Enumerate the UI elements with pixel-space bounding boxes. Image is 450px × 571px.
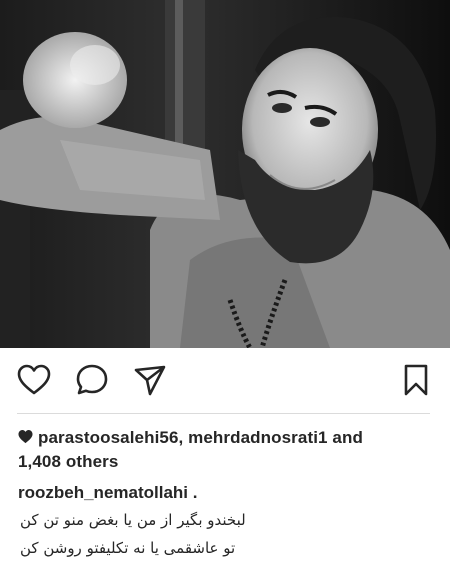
section-divider xyxy=(17,413,430,414)
caption-text-line-1: لبخندو بگیر از من یا بغض منو تن کن xyxy=(20,511,246,529)
likes-and-text: and xyxy=(332,428,363,447)
liker-username-2[interactable]: mehrdadnosrati1 xyxy=(188,428,327,447)
bookmark-icon[interactable] xyxy=(398,362,434,398)
post-action-bar xyxy=(0,348,450,412)
caption-author: roozbeh_nematollahi . xyxy=(18,482,198,504)
likes-separator: , xyxy=(178,428,184,447)
caption-dot: . xyxy=(192,483,198,502)
liker-username-1[interactable]: parastoosalehi56 xyxy=(38,428,179,447)
heart-filled-icon xyxy=(18,427,33,444)
paper-plane-icon[interactable] xyxy=(132,362,168,398)
caption-username[interactable]: roozbeh_nematollahi xyxy=(18,483,188,502)
caption-text-line-2: تو عاشقمی یا نه تکلیفتو روشن کن xyxy=(20,539,236,557)
post-photo[interactable] xyxy=(0,0,450,348)
post-photo-illustration xyxy=(0,0,450,348)
comment-bubble-icon[interactable] xyxy=(74,362,110,398)
likes-summary: parastoosalehi56, mehrdadnosrati1 and 1,… xyxy=(18,426,438,474)
heart-outline-icon[interactable] xyxy=(16,362,52,398)
likes-others-count[interactable]: 1,408 others xyxy=(18,452,118,471)
